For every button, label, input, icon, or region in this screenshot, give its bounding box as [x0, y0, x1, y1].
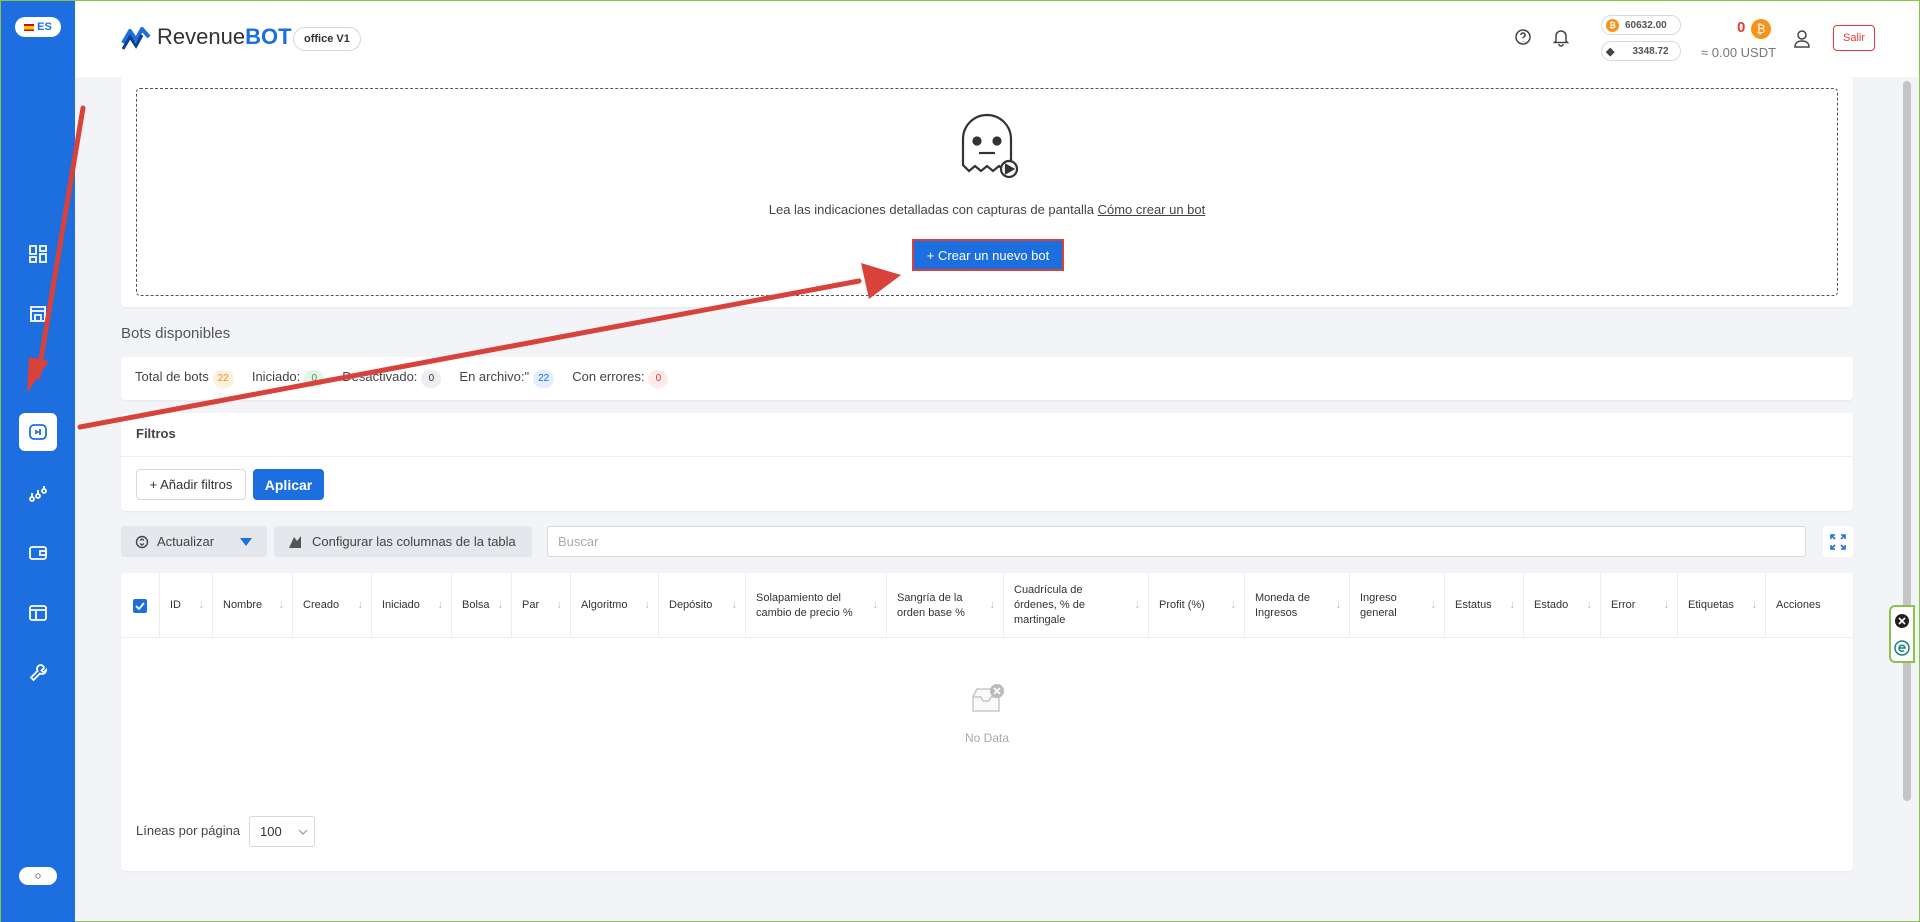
header: RevenueBOT office V1 ₿ 60632.00 ◆ 3348.7… [75, 1, 1919, 77]
rows-per-page-select[interactable]: 100 [249, 816, 315, 847]
empty-state-text: No Data [964, 731, 1010, 745]
table-header: ID ↓ Nombre ↓ Creado ↓ Iniciado ↓ Bolsa ↓ Par… [121, 573, 1853, 638]
chart-icon [29, 486, 47, 502]
create-hint: Lea las indicaciones detalladas con capt… [768, 202, 1206, 217]
stat-started[interactable]: Iniciado: 0 [252, 369, 334, 388]
column-header[interactable]: Estado ↓ [1524, 573, 1601, 638]
search-input[interactable]: Buscar [547, 526, 1806, 557]
filters-title: Filtros [136, 426, 176, 441]
column-header[interactable]: Solapamiento del cambio de precio % ↓ [746, 573, 887, 638]
column-header[interactable]: ID ↓ [160, 573, 213, 638]
eth-price: ◆ 3348.72 [1601, 41, 1681, 61]
btc-price: ₿ 60632.00 [1601, 15, 1681, 35]
extension-e-icon[interactable] [1894, 639, 1910, 656]
bots-table: ID ↓ Nombre ↓ Creado ↓ Iniciado ↓ Bolsa ↓ Par… [121, 573, 1853, 871]
configure-columns-button[interactable]: Configurar las columnas de la tabla [274, 526, 532, 557]
sidebar-item-dashboard[interactable] [19, 235, 57, 273]
column-header[interactable]: Cuadrícula de órdenes, % de martingale ↓ [1004, 573, 1149, 638]
stat-total[interactable]: Total de bots 22 [135, 369, 244, 388]
how-to-create-link[interactable]: Cómo crear un bot [1098, 202, 1206, 217]
close-icon[interactable] [1894, 613, 1910, 629]
empty-inbox-icon [972, 684, 1004, 712]
refresh-icon [135, 535, 149, 548]
column-header[interactable]: Nombre ↓ [213, 573, 293, 638]
check-icon [135, 601, 145, 610]
rows-per-page-label: Líneas por página [136, 823, 241, 838]
create-bot-button[interactable]: + Crear un nuevo bot [912, 239, 1064, 271]
language-code: ES [37, 21, 52, 33]
balance-value: 0 [1737, 19, 1746, 36]
revenuebot-logo-icon [121, 27, 151, 50]
page-scrollbar[interactable] [1903, 81, 1911, 801]
logout-button[interactable]: Salir [1833, 25, 1875, 51]
stat-errors[interactable]: Con errores: 0 [572, 369, 678, 388]
column-header[interactable]: Bolsa ↓ [452, 573, 512, 638]
bot-stats: Total de bots 22 Iniciado: 0 Desactivado: 0… [121, 357, 1853, 400]
filters-card: Filtros + Añadir filtros Aplicar [121, 413, 1853, 511]
theme-toggle[interactable] [19, 867, 57, 885]
sidebar-item-wallet[interactable] [19, 534, 57, 572]
create-bot-card: Lea las indicaciones detalladas con capt… [121, 77, 1853, 307]
column-header[interactable]: Error ↓ [1601, 573, 1678, 638]
column-header: Acciones [1776, 599, 1821, 611]
user-icon[interactable] [1793, 29, 1811, 49]
column-header[interactable]: Sangría de la orden base % ↓ [887, 573, 1004, 638]
select-all-checkbox[interactable] [121, 573, 160, 638]
add-filters-button[interactable]: + Añadir filtros [136, 469, 246, 500]
sidebar-item-layout[interactable] [19, 594, 57, 632]
sun-icon [35, 873, 41, 879]
sidebar-item-bots[interactable] [19, 413, 57, 451]
bot-icon [29, 424, 47, 440]
language-switch[interactable]: ES [15, 17, 61, 37]
column-header[interactable]: Profit (%) ↓ [1149, 573, 1245, 638]
store-icon [30, 306, 46, 322]
help-icon[interactable] [1513, 27, 1533, 47]
column-header[interactable]: Algoritmo ↓ [571, 573, 659, 638]
sidebar: ES [1, 1, 75, 922]
columns-config-icon [289, 535, 301, 548]
balance-usdt: ≈ 0.00 USDT [1701, 45, 1777, 60]
fullscreen-button[interactable] [1823, 526, 1853, 557]
sidebar-item-tools[interactable] [19, 654, 57, 692]
bitcoin-icon: ₿ [1606, 18, 1619, 32]
office-badge[interactable]: office V1 [293, 27, 361, 51]
column-header[interactable]: Depósito ↓ [659, 573, 746, 638]
divider [121, 456, 1853, 457]
column-header[interactable]: Estatus ↓ [1445, 573, 1524, 638]
column-header[interactable]: Ingreso general ↓ [1350, 573, 1445, 638]
column-header[interactable]: Creado ↓ [293, 573, 372, 638]
browser-extension-widget[interactable] [1889, 605, 1915, 663]
stat-archived[interactable]: En archivo:" 22 [459, 369, 564, 388]
column-header[interactable]: Moneda de Ingresos ↓ [1245, 573, 1350, 638]
wallet-icon [29, 546, 47, 560]
column-header[interactable]: Par ↓ [512, 573, 571, 638]
refresh-button[interactable]: Actualizar [121, 526, 267, 557]
wrench-icon [29, 664, 47, 682]
expand-icon [1830, 533, 1846, 550]
chevron-down-icon [298, 829, 308, 835]
layout-icon [29, 605, 47, 621]
bitcoin-wallet-icon[interactable]: ₿ [1751, 19, 1771, 39]
sidebar-item-analytics[interactable] [19, 475, 57, 513]
ethereum-icon: ◆ [1606, 45, 1615, 58]
dashboard-icon [29, 245, 47, 263]
spain-flag-icon [24, 23, 35, 31]
apply-filters-button[interactable]: Aplicar [253, 469, 324, 500]
bell-icon[interactable] [1551, 27, 1571, 47]
sidebar-item-store[interactable] [19, 294, 57, 332]
column-header[interactable]: Iniciado ↓ [372, 573, 452, 638]
stat-disabled[interactable]: Desactivado: 0 [342, 369, 451, 388]
bots-section-title: Bots disponibles [121, 325, 231, 342]
logo[interactable]: RevenueBOT [121, 23, 292, 51]
caret-down-icon[interactable] [240, 537, 253, 546]
column-header[interactable]: Etiquetas ↓ [1678, 573, 1766, 638]
logo-text: RevenueBOT [157, 24, 292, 49]
robot-icon [961, 113, 1019, 179]
